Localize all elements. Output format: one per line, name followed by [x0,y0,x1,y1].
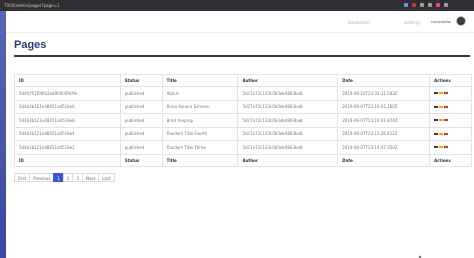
avatar[interactable] [456,16,466,26]
cell-title: Random Title Three [161,140,239,155]
cell-date: 2019-08-10T23:33:31.583Z [337,86,431,101]
nav-dashboard-link[interactable]: Dashboard [348,20,370,25]
cell-title: Random Title Fourth [161,126,239,141]
view-button[interactable] [434,92,439,95]
column-footer-date: Date [337,153,431,167]
table-row: 5d4b3b121e48651a4518e8 published Brad Yeop… [14,113,472,128]
nav-settings-link[interactable]: Settings [404,20,420,25]
cell-status: published [119,140,163,155]
cell-actions [429,86,472,101]
extension-icon[interactable] [444,3,448,7]
cell-id: 5d4fcf51f06fa2a4900009c9e [14,86,121,101]
edit-button[interactable] [439,132,444,135]
column-footer-id: ID [14,153,121,167]
column-footer-status: Status [119,153,163,167]
cell-author: 5d27a72c133c0b3eb4863ba8 [237,86,339,101]
delete-button[interactable] [444,92,449,95]
column-footer-title: Title [161,153,239,167]
page-title: Pages [14,39,47,51]
delete-button[interactable] [444,105,449,108]
table-row: 5d4b3b121e48651a4518e4 published Random Ti… [14,126,472,141]
page-button-previous[interactable]: Previous [29,173,55,182]
mouse-cursor-icon: ↖ [418,254,424,258]
cell-id: 5d4b3b121e48651a4518e4 [14,126,121,141]
cell-actions [429,140,472,155]
table-row: 5d4b3b121e48651a4518e6 published Brian Azu… [14,99,472,114]
extension-icon[interactable] [428,3,432,7]
title-divider [14,55,470,57]
page-button-next[interactable]: Next [81,173,100,182]
extension-icon[interactable] [420,3,424,7]
view-button[interactable] [434,146,439,149]
user-name[interactable]: computebo [431,20,451,24]
edit-button[interactable] [439,146,444,149]
cell-date: 2019-08-07T23:16:01.874Z [337,113,431,128]
cell-date: 2019-08-07T23:16:02.160Z [337,99,431,114]
cell-status: published [119,99,163,114]
address-bar[interactable]: 7000/admin/pages?page=1 [4,3,60,8]
main-content: Dashboard Settings computebo Pages ID St… [6,11,474,258]
column-header-actions: Actions [429,74,472,87]
delete-button[interactable] [444,146,449,149]
column-header-title: Title [161,74,239,87]
cell-actions [429,99,472,114]
view-button[interactable] [434,105,439,108]
pagination: First Previous 1 2 3 Next Last [14,173,115,182]
view-button[interactable] [434,119,439,122]
cell-author: 5d27a72c133c0b3eb4863ba8 [237,140,339,155]
cell-id: 5d4b3b121e48651a4518e8 [14,113,121,128]
table-header-row: ID Status Title Author Date Actions [14,74,472,87]
cell-status: published [119,86,163,101]
cell-actions [429,113,472,128]
column-header-author: Author [237,74,339,87]
page-button-first[interactable]: First [14,173,31,182]
top-navbar: Dashboard Settings computebo [6,11,474,33]
pages-table: ID Status Title Author Date Actions 5d4f… [14,74,472,167]
cell-actions [429,126,472,141]
edit-button[interactable] [439,119,444,122]
cell-status: published [119,113,163,128]
cell-date: 2019-08-07T23:14:47.350Z [337,140,431,155]
table-footer-row: ID Status Title Author Date Actions [14,153,472,167]
column-footer-actions: Actions [429,153,472,167]
table-row: 5d4b3b121e48651a4518e2 published Random Ti… [14,140,472,155]
extension-icon[interactable] [436,3,440,7]
cell-author: 5d27a72c133c0b3eb4863ba8 [237,113,339,128]
cell-author: 5d27a72c133c0b3eb4863ba8 [237,126,339,141]
cell-title: Brian Azuera Esmenu [161,99,239,114]
cell-status: published [119,126,163,141]
cell-title: Brad Yeoprep [161,113,239,128]
delete-button[interactable] [444,119,449,122]
page-button-last[interactable]: Last [98,173,115,182]
cell-id: 5d4b3b121e48651a4518e2 [14,140,121,155]
delete-button[interactable] [444,132,449,135]
column-header-id: ID [14,74,121,87]
column-header-date: Date [337,74,431,87]
column-footer-author: Author [237,153,339,167]
edit-button[interactable] [439,105,444,108]
extension-icon[interactable] [412,3,416,7]
extension-icon[interactable] [404,3,408,7]
cell-id: 5d4b3b121e48651a4518e6 [14,99,121,114]
cell-title: About [161,86,239,101]
edit-button[interactable] [439,92,444,95]
browser-toolbar: 7000/admin/pages?page=1 [0,0,474,11]
cell-date: 2019-08-07T23:15:26.412Z [337,126,431,141]
column-header-status: Status [119,74,163,87]
cell-author: 5d27a72c133c0b3eb4863ba8 [237,99,339,114]
table-row: 5d4fcf51f06fa2a4900009c9e published About 5… [14,86,472,101]
view-button[interactable] [434,132,439,135]
